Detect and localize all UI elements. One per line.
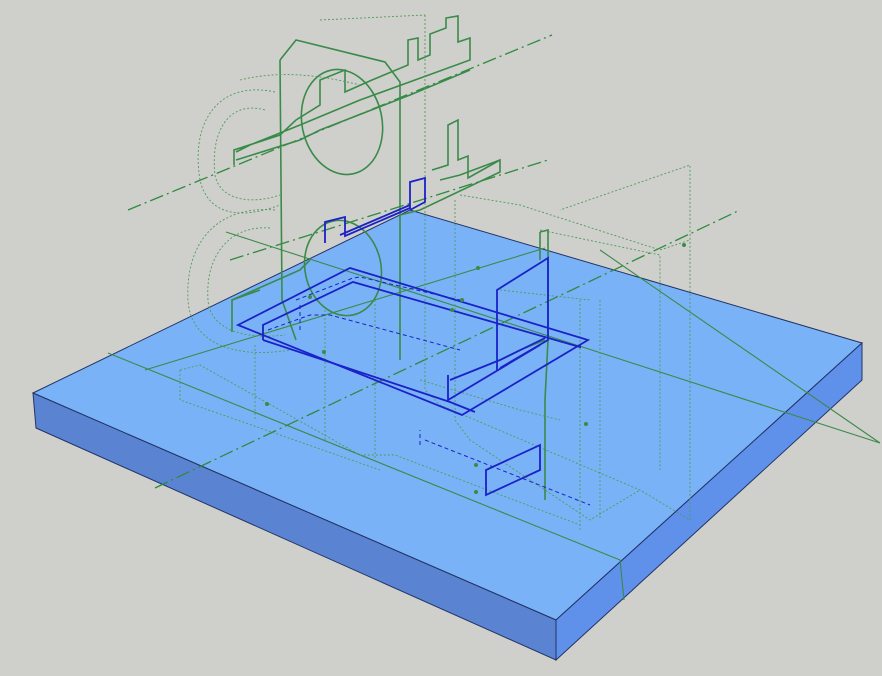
slab-top-face[interactable] <box>31 209 863 621</box>
stepped-profile-middle <box>399 118 501 216</box>
cad-scene[interactable] <box>0 0 882 676</box>
cad-3d-viewport[interactable] <box>0 0 882 676</box>
hidden-lobe-upper <box>197 89 281 214</box>
